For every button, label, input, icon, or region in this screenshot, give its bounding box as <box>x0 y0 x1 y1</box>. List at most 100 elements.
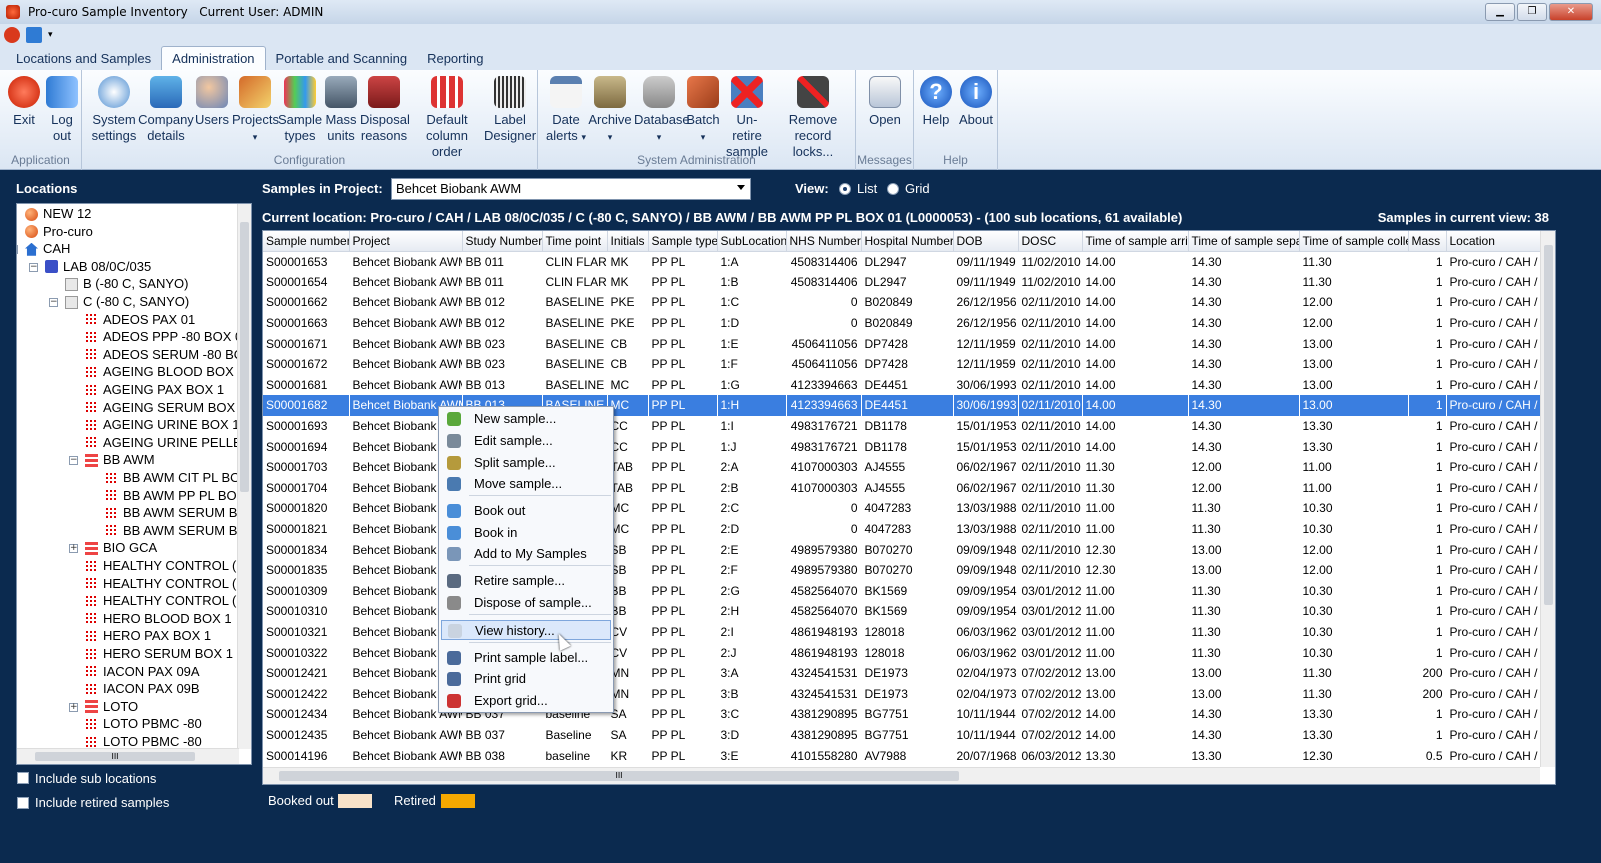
default-column-order-button[interactable]: Default column order <box>410 76 484 160</box>
table-row[interactable]: S00014196 Behcet Biobank AWM BB 038 baselin… <box>263 745 1540 766</box>
menu-item-print-sample-label[interactable]: Print sample label... <box>441 648 611 668</box>
mass-units-button[interactable]: Mass units <box>322 76 360 144</box>
tree-node[interactable]: HERO SERUM BOX 1 <box>85 645 233 663</box>
tree-node[interactable]: B (-80 C, SANYO) <box>65 275 188 293</box>
view-list-radio[interactable] <box>839 183 851 195</box>
menu-item-retire-sample[interactable]: Retire sample... <box>441 571 611 591</box>
include-sub-locations-checkbox[interactable] <box>17 772 29 784</box>
label-designer-button[interactable]: Label Designer <box>484 76 536 144</box>
column-header[interactable]: Time point <box>542 231 608 252</box>
tree-node[interactable]: ADEOS PAX 01 <box>85 311 195 329</box>
column-header[interactable]: Initials <box>607 231 649 252</box>
tree-expander[interactable]: − <box>29 262 38 272</box>
company-details-button[interactable]: Company details <box>138 76 194 144</box>
menu-item-edit-sample[interactable]: Edit sample... <box>441 431 611 451</box>
logout-icon[interactable] <box>26 27 42 43</box>
maximize-button[interactable]: ❐ <box>1517 3 1547 21</box>
open-messages-button[interactable]: Open <box>866 76 904 128</box>
tree-node[interactable]: AGEING BLOOD BOX 1 <box>85 363 245 381</box>
menu-item-view-history[interactable]: View history... <box>441 620 611 640</box>
un-retire-sample-button[interactable]: Un-retire sample <box>722 76 772 160</box>
tree-node[interactable]: LOTO PBMC -80 <box>85 715 202 733</box>
table-row[interactable]: S00012435 Behcet Biobank AWM BB 037 Baselin… <box>263 725 1540 746</box>
tree-expander[interactable]: − <box>17 245 18 255</box>
menu-item-add-to-my-samples[interactable]: Add to My Samples <box>441 544 611 564</box>
tree-node[interactable]: LAB 08/0C/035 <box>45 258 151 276</box>
menu-item-book-in[interactable]: Book in <box>441 523 611 543</box>
column-header[interactable]: Sample type <box>648 231 718 252</box>
exit-button[interactable]: Exit <box>6 76 42 128</box>
tree-vscroll-thumb[interactable] <box>240 222 249 492</box>
grid-vscroll-thumb[interactable] <box>1544 245 1553 605</box>
menu-item-split-sample[interactable]: Split sample... <box>441 453 611 473</box>
tree-expander[interactable]: + <box>69 702 78 712</box>
tree-node[interactable]: BB AWM SERUM BO <box>105 504 247 522</box>
tree-node[interactable]: HEALTHY CONTROL (M <box>85 592 247 610</box>
column-header[interactable]: Mass <box>1408 231 1447 252</box>
tree-node[interactable]: BB AWM CIT PL BOX <box>105 469 249 487</box>
tree-node[interactable]: Pro-curo <box>25 223 93 241</box>
column-header[interactable]: Sample number <box>263 231 350 252</box>
tree-node[interactable]: IACON PAX 09A <box>85 663 200 681</box>
table-row[interactable]: S00001653 Behcet Biobank AWM BB 011 CLIN FL… <box>263 251 1540 272</box>
grid-hscroll-thumb[interactable]: III <box>279 771 959 781</box>
view-grid-radio[interactable] <box>887 183 899 195</box>
column-header[interactable]: Time of sample arriv <box>1082 231 1189 252</box>
tree-node[interactable]: AGEING PAX BOX 1 <box>85 381 224 399</box>
column-header[interactable]: Project <box>349 231 463 252</box>
tree-expander[interactable]: + <box>69 544 78 554</box>
tree-node[interactable]: AGEING URINE PELLET B <box>85 434 251 452</box>
table-row[interactable]: S00001662 Behcet Biobank AWM BB 012 BASELIN… <box>263 292 1540 313</box>
tree-node[interactable]: IACON PAX 09B <box>85 680 200 698</box>
sample-types-button[interactable]: Sample types <box>278 76 322 144</box>
column-header[interactable]: DOB <box>953 231 1019 252</box>
column-header[interactable]: Time of sample separ <box>1188 231 1300 252</box>
tab-locations-and-samples[interactable]: Locations and Samples <box>6 47 161 70</box>
disposal-reasons-button[interactable]: Disposal reasons <box>360 76 410 144</box>
menu-item-book-out[interactable]: Book out <box>441 501 611 521</box>
menu-item-print-grid[interactable]: Print grid <box>441 669 611 689</box>
tree-node[interactable]: HEALTHY CONTROL (M <box>85 557 247 575</box>
tree-expander[interactable]: − <box>69 456 78 466</box>
logout-button[interactable]: Log out <box>44 76 80 144</box>
tree-node[interactable]: HERO BLOOD BOX 1 <box>85 610 232 628</box>
column-header[interactable]: Study Number <box>462 231 543 252</box>
remove-record-locks-button[interactable]: Remove record locks... <box>774 76 852 160</box>
tree-node[interactable]: ADEOS PPP -80 BOX 01 <box>85 328 249 346</box>
menu-item-dispose-of-sample[interactable]: Dispose of sample... <box>441 593 611 613</box>
about-button[interactable]: i About <box>956 76 996 128</box>
tree-node[interactable]: C (-80 C, SANYO) <box>65 293 189 311</box>
column-header[interactable]: NHS Number <box>786 231 862 252</box>
locations-tree[interactable]: NEW 12Pro-curo−CAH−LAB 08/0C/035B (-80 C… <box>16 203 252 765</box>
grid-hscroll[interactable]: III <box>263 767 1540 784</box>
column-header[interactable]: Time of sample colle <box>1299 231 1409 252</box>
projects-button[interactable]: Projects ▾ <box>232 76 279 145</box>
tree-node[interactable]: HEALTHY CONTROL (M <box>85 575 247 593</box>
grid-vscroll[interactable] <box>1540 231 1555 767</box>
tree-vscroll[interactable] <box>237 204 251 749</box>
database-button[interactable]: Database ▾ <box>634 76 690 145</box>
tree-node[interactable]: HERO PAX BOX 1 <box>85 627 211 645</box>
exit-icon[interactable] <box>4 27 20 43</box>
tree-node[interactable]: AGEING SERUM BOX 1 <box>85 399 246 417</box>
close-button[interactable]: ✕ <box>1549 3 1593 21</box>
table-row[interactable]: S00001663 Behcet Biobank AWM BB 012 BASELIN… <box>263 313 1540 334</box>
minimize-button[interactable]: ▁ <box>1485 3 1515 21</box>
tree-node[interactable]: BB AWM PP PL BOX <box>105 487 245 505</box>
archive-button[interactable]: Archive ▾ <box>588 76 632 145</box>
tab-portable-and-scanning[interactable]: Portable and Scanning <box>266 47 418 70</box>
table-row[interactable]: S00001681 Behcet Biobank AWM BB 013 BASELIN… <box>263 375 1540 396</box>
tree-node[interactable]: CAH <box>25 240 70 258</box>
table-row[interactable]: S00001672 Behcet Biobank AWM BB 023 BASELIN… <box>263 354 1540 375</box>
menu-item-export-grid[interactable]: Export grid... <box>441 691 611 711</box>
tree-hscroll[interactable]: III <box>17 748 239 764</box>
project-select[interactable]: Behcet Biobank AWM <box>391 178 751 200</box>
table-row[interactable]: S00001654 Behcet Biobank AWM BB 011 CLIN FL… <box>263 272 1540 293</box>
tree-node[interactable]: NEW 12 <box>25 205 91 223</box>
date-alerts-button[interactable]: Date alerts ▾ <box>546 76 586 145</box>
batch-button[interactable]: Batch ▾ <box>684 76 722 145</box>
tree-node[interactable]: ADEOS SERUM -80 BOX <box>85 346 251 364</box>
help-button[interactable]: ? Help <box>918 76 954 128</box>
column-header[interactable]: Location <box>1446 231 1541 252</box>
system-settings-button[interactable]: System settings <box>90 76 138 144</box>
